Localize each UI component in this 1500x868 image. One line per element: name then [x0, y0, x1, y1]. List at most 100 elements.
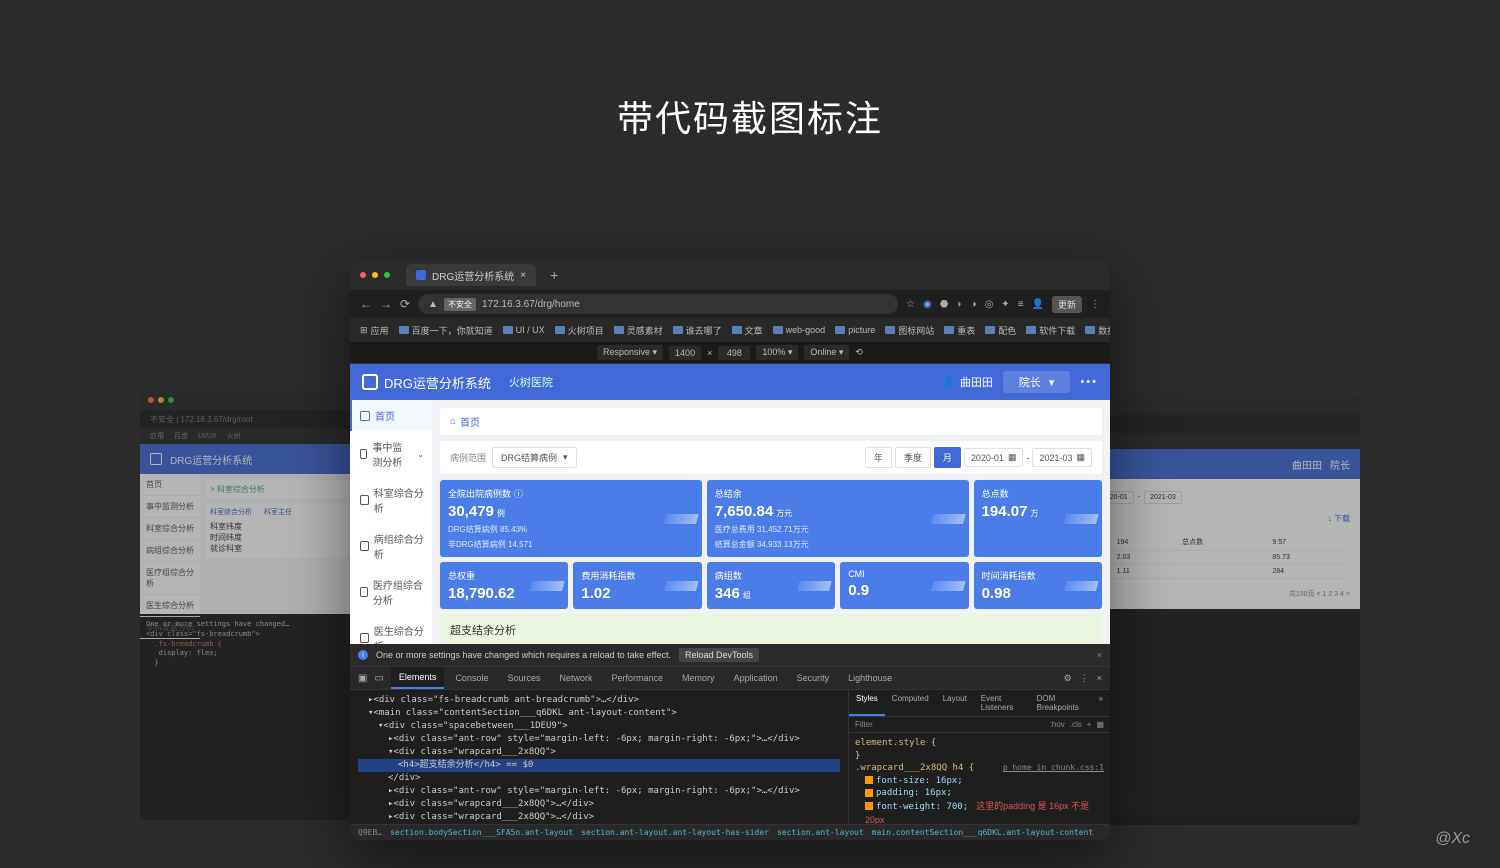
elements-panel[interactable]: ▸<div class="fs-breadcrumb ant-breadcrum…	[350, 690, 848, 824]
maximize-window-icon[interactable]	[384, 272, 390, 278]
devtools-banner: i One or more settings have changed whic…	[350, 644, 1110, 667]
favicon-icon	[416, 270, 426, 280]
tab-elements[interactable]: Elements	[391, 667, 445, 689]
css-rules[interactable]: element.style { } .wrapcard___2x8QQ h4 {…	[849, 733, 1110, 824]
layout-tab[interactable]: Layout	[936, 690, 974, 716]
tab-security[interactable]: Security	[789, 668, 838, 688]
minimize-window-icon[interactable]	[372, 272, 378, 278]
logo-icon	[150, 453, 162, 465]
kpi-card: 总权重18,790.62	[440, 562, 568, 609]
tab-memory[interactable]: Memory	[674, 668, 723, 688]
menu-icon[interactable]: ⋮	[1080, 673, 1089, 684]
reload-devtools-button[interactable]: Reload DevTools	[679, 648, 759, 662]
width-input[interactable]: 1400	[669, 346, 701, 360]
tab-performance[interactable]: Performance	[604, 668, 672, 688]
cls-toggle[interactable]: .cls	[1070, 720, 1082, 729]
network-dropdown[interactable]: Online ▾	[804, 345, 849, 360]
dept-icon	[360, 495, 369, 505]
styles-panel: Styles Computed Layout Event Listeners D…	[848, 690, 1110, 824]
forward-icon[interactable]: →	[380, 297, 392, 311]
kpi-cards: 全院出院病例数ⓘ 30,479例 DRG结算病例 85.43% 非DRG结算病例…	[440, 480, 1102, 609]
breadcrumb: ⌂首页	[440, 408, 1102, 435]
nav-doctor[interactable]: 医生综合分析	[350, 615, 432, 644]
more-icon[interactable]: •••	[1080, 376, 1098, 388]
info-icon: i	[358, 650, 368, 660]
device-dropdown[interactable]: Responsive ▾	[597, 345, 663, 360]
kpi-card: 总点数194.07万	[974, 480, 1102, 557]
devtools-breadcrumb[interactable]: Q9EB… section.bodySection___SFA5n.ant-la…	[350, 824, 1110, 840]
close-window-icon[interactable]	[360, 272, 366, 278]
tab-sources[interactable]: Sources	[499, 668, 548, 688]
height-input[interactable]: 498	[718, 346, 750, 360]
new-tab-button[interactable]: +	[550, 267, 558, 283]
rotate-icon[interactable]: ⟲	[855, 347, 863, 358]
hov-toggle[interactable]: :hov	[1050, 720, 1065, 729]
filter-input[interactable]: Filter	[855, 720, 873, 729]
devtools: i One or more settings have changed whic…	[350, 644, 1110, 840]
styles-tab[interactable]: Styles	[849, 690, 885, 716]
filter-bar: 病例范围 DRG结算病例▾ 年 季度 月 2020-01▦ - 2021-03▦	[440, 441, 1102, 474]
nav-dept[interactable]: 科室综合分析	[350, 477, 432, 523]
home-icon: ⌂	[450, 416, 456, 427]
role-dropdown[interactable]: 院长▾	[1003, 371, 1071, 393]
app-sidebar: 首页 事中监测分析⌄ 科室综合分析 病组综合分析 医疗组综合分析 医生综合分析 …	[350, 400, 432, 644]
chevron-down-icon: ⌄	[417, 450, 424, 459]
doctor-icon	[360, 633, 369, 643]
apps-icon[interactable]: ⊞ 应用	[360, 324, 389, 337]
kpi-card: 费用消耗指数1.02	[573, 562, 701, 609]
side-left-nav: 首页事中监测分析科室综合分析病组综合分析医疗组综合分析医生综合分析学科发展分析	[140, 474, 200, 614]
home-icon	[360, 411, 370, 421]
bookmarks-bar: ⊞ 应用 百度一下，你就知道 UI / UX 火树项目 灵感素材 谁去哪了 文章…	[350, 318, 1110, 342]
breakpoints-tab[interactable]: DOM Breakpoints	[1030, 690, 1092, 716]
app-logo-icon	[362, 374, 378, 390]
devtools-tabs: ▣ ▭ Elements Console Sources Network Per…	[350, 667, 1110, 690]
chevron-down-icon: ▾	[563, 452, 568, 463]
main-browser-window: DRG运营分析系统× + ← → ⟳ ▲不安全172.16.3.67/drg/h…	[350, 260, 1110, 840]
star-icon[interactable]: ☆	[906, 299, 915, 310]
date-to[interactable]: 2021-03▦	[1032, 448, 1092, 467]
period-quarter[interactable]: 季度	[895, 447, 931, 468]
nav-group[interactable]: 病组综合分析	[350, 523, 432, 569]
period-year[interactable]: 年	[865, 447, 892, 468]
kpi-card: 时间消耗指数0.98	[974, 562, 1102, 609]
reload-icon[interactable]: ⟳	[400, 297, 410, 311]
browser-tab-bar: DRG运营分析系统× +	[350, 260, 1110, 290]
tab-console[interactable]: Console	[447, 668, 496, 688]
group-icon	[360, 541, 369, 551]
app-header: DRG运营分析系统 火树医院 👤曲田田 院长▾ •••	[350, 364, 1110, 400]
computed-tab[interactable]: Computed	[885, 690, 936, 716]
gear-icon[interactable]: ⚙	[1064, 673, 1072, 684]
period-month[interactable]: 月	[934, 447, 961, 468]
back-icon[interactable]: ←	[360, 297, 372, 311]
listeners-tab[interactable]: Event Listeners	[974, 690, 1030, 716]
nav-home[interactable]: 首页	[350, 400, 432, 431]
close-icon[interactable]: ×	[1097, 673, 1102, 684]
watermark: @Xc	[1435, 830, 1470, 848]
kpi-card: 总结余 7,650.84万元 医疗总费用 31,452.71万元 结算总金额 3…	[707, 480, 969, 557]
nav-medgroup[interactable]: 医疗组综合分析	[350, 569, 432, 615]
section-title: 超支结余分析	[440, 614, 1102, 644]
close-banner-icon[interactable]: ×	[1097, 650, 1102, 660]
kpi-card: 病组数346组	[707, 562, 835, 609]
tab-lighthouse[interactable]: Lighthouse	[840, 668, 900, 688]
address-bar[interactable]: ▲不安全172.16.3.67/drg/home	[418, 294, 898, 314]
browser-tab[interactable]: DRG运营分析系统×	[406, 264, 536, 286]
browser-toolbar: ← → ⟳ ▲不安全172.16.3.67/drg/home ☆ ◉⬣◗◑◎✦≡…	[350, 290, 1110, 318]
nav-monitor[interactable]: 事中监测分析⌄	[350, 431, 432, 477]
calendar-icon: ▦	[1076, 452, 1085, 463]
date-from[interactable]: 2020-01▦	[964, 448, 1024, 467]
inspect-icon[interactable]: ▣	[358, 673, 367, 684]
close-tab-icon[interactable]: ×	[520, 270, 526, 281]
zoom-dropdown[interactable]: 100% ▾	[756, 345, 798, 360]
user-menu[interactable]: 👤曲田田	[942, 374, 993, 390]
device-icon[interactable]: ▭	[374, 673, 383, 684]
info-icon[interactable]: ⓘ	[514, 487, 523, 500]
range-dropdown[interactable]: DRG结算病例▾	[492, 447, 577, 468]
update-button[interactable]: 更新	[1052, 296, 1082, 313]
tab-application[interactable]: Application	[726, 668, 786, 688]
menu-icon[interactable]: ⋮	[1090, 299, 1100, 310]
app-viewport: DRG运营分析系统 火树医院 👤曲田田 院长▾ ••• 首页 事中监测分析⌄ 科…	[350, 364, 1110, 644]
new-rule-icon[interactable]: +	[1087, 720, 1092, 729]
tab-network[interactable]: Network	[552, 668, 601, 688]
kpi-card: CMI0.9	[840, 562, 968, 609]
